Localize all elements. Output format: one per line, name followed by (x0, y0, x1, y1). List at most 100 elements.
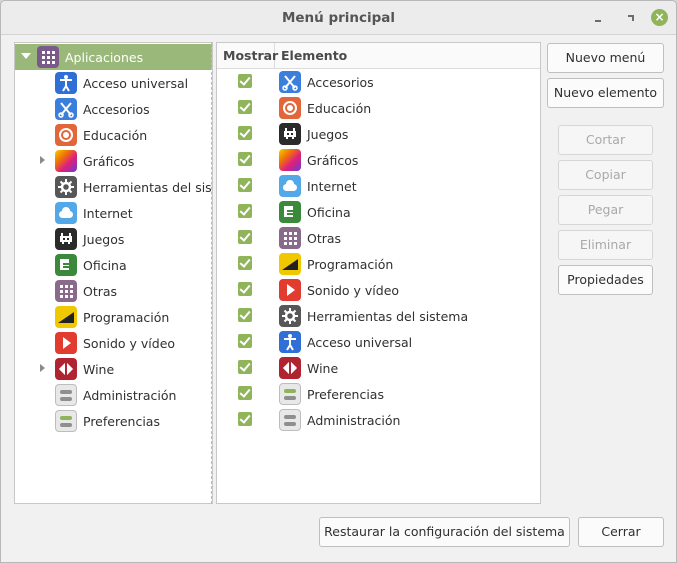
list-item-label: Administración (307, 413, 401, 428)
graphics-icon (55, 150, 77, 172)
list-item[interactable]: Accesorios (217, 69, 540, 95)
office-icon (55, 254, 77, 276)
show-checkbox[interactable] (238, 360, 252, 374)
system-tools-icon (55, 176, 77, 198)
new-menu-button[interactable]: Nuevo menú (547, 43, 664, 73)
show-checkbox[interactable] (238, 152, 252, 166)
accessories-icon (55, 98, 77, 120)
tree-item-graficos[interactable]: Gráficos (15, 148, 212, 174)
list-item[interactable]: Gráficos (217, 147, 540, 173)
list-item[interactable]: Administración (217, 407, 540, 433)
delete-button[interactable]: Eliminar (558, 230, 653, 260)
list-item[interactable]: Juegos (217, 121, 540, 147)
show-checkbox[interactable] (238, 282, 252, 296)
tree-item-accesorios[interactable]: Accesorios (15, 96, 212, 122)
tree-item-otras[interactable]: Otras (15, 278, 212, 304)
tree-item-educacion[interactable]: Educación (15, 122, 212, 148)
applications-icon (37, 46, 59, 68)
office-icon (279, 201, 301, 223)
list-item[interactable]: Acceso universal (217, 329, 540, 355)
cut-button[interactable]: Cortar (558, 125, 653, 155)
games-icon (279, 123, 301, 145)
accessibility-icon (279, 331, 301, 353)
close-button[interactable]: Cerrar (578, 517, 664, 547)
list-item-label: Oficina (307, 205, 351, 220)
restore-defaults-button[interactable]: Restaurar la configuración del sistema (319, 517, 570, 547)
category-tree[interactable]: Aplicaciones Acceso universal Accesorios… (14, 42, 213, 504)
pane-divider[interactable] (211, 42, 212, 504)
tree-item-label: Administración (83, 388, 177, 403)
show-checkbox[interactable] (238, 230, 252, 244)
window-title: Menú principal (281, 10, 396, 26)
show-checkbox[interactable] (238, 126, 252, 140)
tree-item-internet[interactable]: Internet (15, 200, 212, 226)
graphics-icon (279, 149, 301, 171)
expand-arrow-icon[interactable] (21, 53, 31, 59)
tree-item-label: Preferencias (83, 414, 160, 429)
list-item[interactable]: Otras (217, 225, 540, 251)
tree-item-label: Herramientas del sister (83, 180, 212, 195)
tree-item-oficina[interactable]: Oficina (15, 252, 212, 278)
close-window-icon[interactable]: × (651, 9, 668, 26)
show-checkbox[interactable] (238, 178, 252, 192)
tree-item-administracion[interactable]: Administración (15, 382, 212, 408)
items-list[interactable]: Mostrar Elemento Accesorios Educación Ju… (216, 42, 541, 504)
paste-button[interactable]: Pegar (558, 195, 653, 225)
tree-item-juegos[interactable]: Juegos (15, 226, 212, 252)
tree-item-acceso-universal[interactable]: Acceso universal (15, 70, 212, 96)
list-item-label: Sonido y vídeo (307, 283, 400, 298)
tree-item-wine[interactable]: Wine (15, 356, 212, 382)
tree-item-label: Wine (83, 362, 115, 377)
tree-item-herramientas[interactable]: Herramientas del sister (15, 174, 212, 200)
sound-video-icon (279, 279, 301, 301)
programming-icon (279, 253, 301, 275)
tree-item-aplicaciones[interactable]: Aplicaciones (15, 44, 212, 70)
tree-item-programacion[interactable]: Programación (15, 304, 212, 330)
list-item-label: Juegos (307, 127, 349, 142)
list-item-label: Preferencias (307, 387, 384, 402)
games-icon (55, 228, 77, 250)
other-icon (55, 280, 77, 302)
tree-item-label: Gráficos (83, 154, 135, 169)
list-item[interactable]: Internet (217, 173, 540, 199)
properties-button[interactable]: Propiedades (558, 265, 653, 295)
list-item[interactable]: Programación (217, 251, 540, 277)
list-item-label: Gráficos (307, 153, 359, 168)
copy-button[interactable]: Copiar (558, 160, 653, 190)
show-checkbox[interactable] (238, 412, 252, 426)
tree-item-label: Sonido y vídeo (83, 336, 176, 351)
education-icon (279, 97, 301, 119)
list-item[interactable]: Herramientas del sistema (217, 303, 540, 329)
list-item[interactable]: Sonido y vídeo (217, 277, 540, 303)
wine-icon (55, 358, 77, 380)
expand-arrow-icon[interactable] (40, 364, 45, 372)
show-checkbox[interactable] (238, 334, 252, 348)
list-item[interactable]: Oficina (217, 199, 540, 225)
show-checkbox[interactable] (238, 204, 252, 218)
show-checkbox[interactable] (238, 256, 252, 270)
show-checkbox[interactable] (238, 100, 252, 114)
list-item[interactable]: Wine (217, 355, 540, 381)
tree-item-label: Juegos (83, 232, 125, 247)
tree-item-sonido-video[interactable]: Sonido y vídeo (15, 330, 212, 356)
new-item-button[interactable]: Nuevo elemento (547, 78, 664, 108)
tree-item-preferencias[interactable]: Preferencias (15, 408, 212, 434)
minimize-icon[interactable] (589, 9, 607, 27)
preferences-icon (279, 383, 301, 405)
wine-icon (279, 357, 301, 379)
list-item-label: Educación (307, 101, 372, 116)
maximize-icon[interactable] (621, 9, 639, 27)
list-item[interactable]: Educación (217, 95, 540, 121)
preferences-icon (55, 410, 77, 432)
column-header-show[interactable]: Mostrar (223, 43, 278, 69)
expand-arrow-icon[interactable] (40, 156, 45, 164)
column-header-item[interactable]: Elemento (281, 43, 347, 69)
list-item[interactable]: Preferencias (217, 381, 540, 407)
show-checkbox[interactable] (238, 386, 252, 400)
show-checkbox[interactable] (238, 308, 252, 322)
tree-item-label: Acceso universal (83, 76, 189, 91)
show-checkbox[interactable] (238, 74, 252, 88)
list-item-label: Acceso universal (307, 335, 413, 350)
list-header: Mostrar Elemento (217, 43, 540, 69)
programming-icon (55, 306, 77, 328)
